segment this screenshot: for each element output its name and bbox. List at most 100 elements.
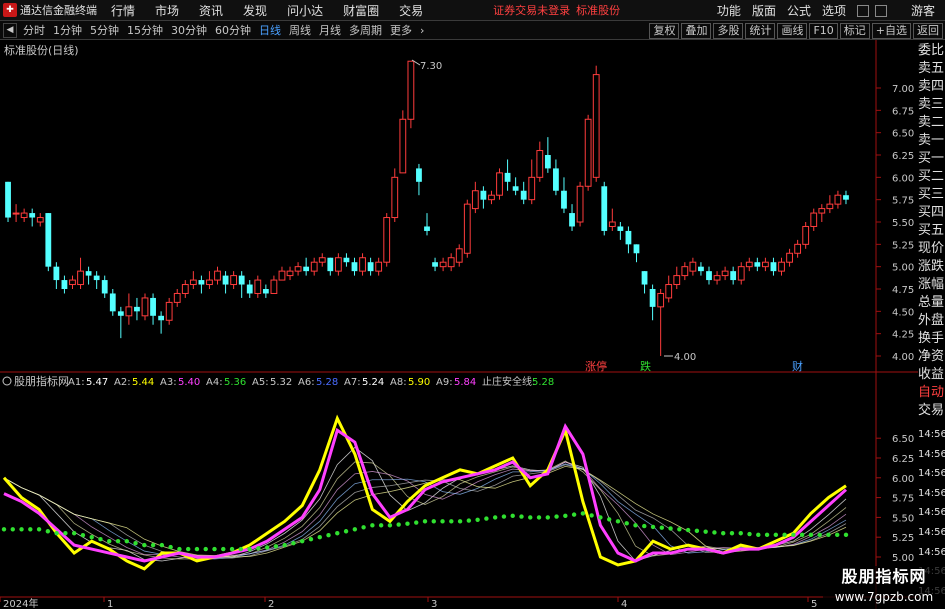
chart-area[interactable]: 7.00 6.75 6.50 6.25 6.00 5.75 5.50 5.25 5.00 4.75… bbox=[0, 40, 918, 609]
candle-body-down[interactable] bbox=[238, 275, 245, 285]
indicator-settings-icon[interactable] bbox=[2, 376, 12, 386]
candle-body-down[interactable] bbox=[45, 213, 52, 267]
safety-line-dot[interactable] bbox=[229, 546, 235, 552]
candle-body-up[interactable] bbox=[471, 190, 479, 210]
candle-body-down[interactable] bbox=[601, 186, 608, 231]
safety-line-dot[interactable] bbox=[422, 519, 428, 524]
period-monthly[interactable]: 月线 bbox=[319, 22, 341, 38]
safety-line-dot[interactable] bbox=[107, 538, 112, 544]
candle-body-down[interactable] bbox=[5, 181, 11, 218]
safety-line-dot[interactable] bbox=[335, 531, 340, 536]
safety-line-dot[interactable] bbox=[98, 536, 103, 542]
candle-body-up[interactable] bbox=[761, 261, 769, 268]
candle-body-down[interactable] bbox=[117, 311, 124, 316]
period-30min[interactable]: 30分钟 bbox=[171, 22, 207, 38]
safety-line-dot[interactable] bbox=[764, 532, 770, 538]
return-button[interactable]: 返回 bbox=[913, 22, 943, 39]
candle-body-up[interactable] bbox=[463, 203, 471, 254]
safety-line-dot[interactable] bbox=[457, 519, 463, 524]
safety-line-dot[interactable] bbox=[799, 532, 805, 538]
candle-body-down[interactable] bbox=[641, 271, 648, 285]
safety-line-dot[interactable] bbox=[370, 523, 375, 528]
safety-line-dot[interactable] bbox=[326, 533, 331, 538]
period-5min[interactable]: 5分钟 bbox=[90, 22, 119, 38]
candle-body-down[interactable] bbox=[351, 262, 358, 272]
candle-body-down[interactable] bbox=[134, 306, 140, 312]
candle-body-down[interactable] bbox=[93, 275, 100, 281]
safety-line-dot[interactable] bbox=[203, 546, 208, 552]
period-60min[interactable]: 60分钟 bbox=[215, 22, 251, 38]
trade-label[interactable]: 交易 bbox=[918, 402, 945, 420]
candle-body-up[interactable] bbox=[447, 257, 455, 268]
safety-line-dot[interactable] bbox=[808, 532, 814, 538]
candle-body-down[interactable] bbox=[843, 195, 849, 200]
candle-body-up[interactable] bbox=[818, 208, 826, 214]
safety-line-dot[interactable] bbox=[738, 531, 743, 536]
safety-line-dot[interactable] bbox=[510, 513, 515, 519]
candle-body-down[interactable] bbox=[101, 280, 108, 294]
safety-line-dot[interactable] bbox=[492, 515, 498, 520]
candle-body-up[interactable] bbox=[375, 261, 383, 272]
candle-body-down[interactable] bbox=[625, 230, 632, 245]
period-1min[interactable]: 1分钟 bbox=[53, 22, 82, 38]
candle-body-down[interactable] bbox=[569, 213, 575, 227]
candle-body-up[interactable] bbox=[286, 270, 294, 277]
safety-line-dot[interactable] bbox=[449, 519, 454, 524]
safety-line-dot[interactable] bbox=[650, 524, 656, 530]
back-arrow-icon[interactable]: ◀ bbox=[3, 22, 17, 38]
candle-body-down[interactable] bbox=[544, 155, 551, 169]
candle-body-down[interactable] bbox=[561, 190, 567, 209]
safety-line-dot[interactable] bbox=[528, 515, 533, 520]
indicator-line-a9[interactable] bbox=[3, 422, 848, 563]
candle-body-up[interactable] bbox=[125, 306, 133, 317]
period-multi[interactable]: 多周期 bbox=[349, 22, 382, 38]
candle-body-up[interactable] bbox=[334, 257, 342, 272]
safety-line-dot[interactable] bbox=[291, 540, 296, 546]
candle-body-up[interactable] bbox=[20, 212, 28, 219]
safety-line-dot[interactable] bbox=[484, 516, 489, 521]
safety-line-dot[interactable] bbox=[685, 527, 691, 533]
safety-line-dot[interactable] bbox=[80, 533, 86, 538]
menu-caifuquan[interactable]: 财富圈 bbox=[343, 2, 379, 19]
candle-body-up[interactable] bbox=[721, 270, 729, 277]
login-notice[interactable]: 证券交易未登录 bbox=[493, 2, 570, 18]
candle-body-up[interactable] bbox=[657, 292, 665, 308]
candle-body-down[interactable] bbox=[770, 262, 777, 272]
safety-line-dot[interactable] bbox=[343, 529, 349, 534]
candle-body-up[interactable] bbox=[681, 266, 689, 277]
safety-line-dot[interactable] bbox=[36, 527, 42, 532]
diejia-button[interactable]: 叠加 bbox=[681, 22, 712, 39]
candle-body-up[interactable] bbox=[278, 270, 286, 281]
menu-gongshi[interactable]: 公式 bbox=[787, 2, 811, 19]
candle-body-down[interactable] bbox=[222, 275, 229, 285]
candle-body-up[interactable] bbox=[778, 261, 785, 272]
candle-body-up[interactable] bbox=[592, 74, 600, 178]
ma-line[interactable] bbox=[3, 464, 847, 559]
safety-line-dot[interactable] bbox=[1, 527, 7, 532]
safety-line-dot[interactable] bbox=[10, 527, 15, 532]
menu-wenxiaoda[interactable]: 问小达 bbox=[287, 2, 323, 19]
safety-line-dot[interactable] bbox=[826, 532, 831, 538]
safety-line-dot[interactable] bbox=[817, 532, 822, 538]
candle-body-up[interactable] bbox=[206, 279, 213, 286]
safety-line-dot[interactable] bbox=[115, 538, 121, 544]
safety-line-dot[interactable] bbox=[589, 513, 594, 518]
safety-line-dot[interactable] bbox=[150, 542, 156, 548]
candle-body-down[interactable] bbox=[150, 297, 156, 316]
candle-body-up[interactable] bbox=[673, 275, 681, 286]
safety-line-dot[interactable] bbox=[317, 535, 322, 540]
candle-body-up[interactable] bbox=[36, 217, 44, 223]
safety-line-dot[interactable] bbox=[185, 546, 191, 552]
safety-line-dot[interactable] bbox=[264, 545, 270, 550]
candle-body-down[interactable] bbox=[754, 262, 761, 267]
safety-line-dot[interactable] bbox=[782, 532, 787, 538]
safety-line-dot[interactable] bbox=[501, 514, 507, 519]
menu-banmian[interactable]: 版面 bbox=[752, 2, 776, 19]
candle-body-up[interactable] bbox=[713, 275, 721, 281]
safety-line-dot[interactable] bbox=[773, 532, 779, 538]
safety-line-dot[interactable] bbox=[168, 544, 173, 550]
huaxian-button[interactable]: 画线 bbox=[777, 22, 808, 39]
candle-body-up[interactable] bbox=[665, 284, 673, 299]
safety-line-dot[interactable] bbox=[519, 514, 524, 519]
candle-body-down[interactable] bbox=[553, 168, 559, 191]
